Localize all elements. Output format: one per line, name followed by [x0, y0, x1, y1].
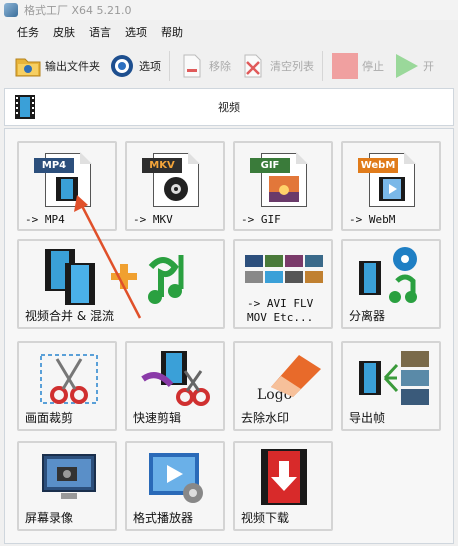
remove-icon — [178, 52, 206, 80]
menu-help[interactable]: 帮助 — [154, 24, 190, 40]
tile-label: 屏幕录像 — [25, 511, 74, 525]
tile-quick-cut[interactable]: 快速剪辑 — [125, 341, 225, 431]
tile-to-gif[interactable]: GIF -> GIF — [233, 141, 333, 231]
tile-label: -> MP4 — [25, 213, 65, 226]
screen-record-icon — [42, 454, 96, 499]
gif-file-icon: GIF — [250, 152, 308, 207]
start-label: 开 — [423, 60, 434, 73]
avi-line-1: -> AVI FLV — [247, 297, 314, 310]
start-button[interactable]: 开 — [388, 49, 438, 83]
clear-list-label: 清空列表 — [270, 60, 314, 73]
toolbar-separator — [169, 51, 170, 81]
remove-label: 移除 — [209, 60, 231, 73]
tile-to-mkv[interactable]: MKV -> MKV — [125, 141, 225, 231]
clear-list-icon — [239, 52, 267, 80]
category-label: 视频 — [218, 101, 240, 114]
tile-crop[interactable]: 画面裁剪 — [17, 341, 117, 431]
tile-label: -> WebM — [349, 213, 396, 226]
webm-file-icon: WebM — [358, 152, 416, 207]
tile-label: 去除水印 — [241, 411, 290, 425]
tile-to-mp4[interactable]: MP4 -> MP4 — [17, 141, 117, 231]
crop-icon — [40, 354, 98, 404]
toolbar-separator-2 — [322, 51, 323, 81]
formats-icon — [245, 255, 323, 283]
app-icon — [4, 3, 18, 17]
category-bar-video[interactable]: 视频 — [4, 88, 454, 126]
tile-label: 视频合并 & 混流 — [25, 309, 114, 323]
tile-label: 画面裁剪 — [25, 411, 74, 425]
eraser-icon — [271, 355, 321, 397]
menu-options[interactable]: 选项 — [118, 24, 154, 40]
window-title: 格式工厂 X64 5.21.0 — [24, 4, 132, 17]
tile-label: 快速剪辑 — [133, 411, 182, 425]
tile-export-frames[interactable]: 导出帧 — [341, 341, 441, 431]
options-icon — [108, 52, 136, 80]
tile-label: 视频下载 — [241, 511, 290, 525]
merge-icon — [45, 249, 184, 305]
output-folder-button[interactable]: 输出文件夹 — [10, 49, 104, 83]
tile-video-merge[interactable]: 视频合并 & 混流 — [17, 239, 225, 329]
tile-remove-watermark[interactable]: Logo 去除水印 — [233, 341, 333, 431]
mp4-tag: MP4 — [34, 158, 74, 173]
tile-label: 分离器 — [349, 309, 386, 323]
menu-bar: 任务 皮肤 语言 选项 帮助 — [0, 22, 190, 42]
remove-button[interactable]: 移除 — [174, 49, 235, 83]
folder-icon — [14, 52, 42, 80]
avi-line-2: MOV Etc... — [247, 311, 314, 324]
gif-tag: GIF — [250, 158, 290, 173]
tile-label: -> GIF — [241, 213, 281, 226]
video-download-icon — [261, 449, 307, 505]
tile-video-download[interactable]: 视频下载 — [233, 441, 333, 531]
quick-cut-icon — [141, 351, 210, 406]
title-bar: 格式工厂 X64 5.21.0 — [0, 0, 458, 20]
tile-separator[interactable]: 分离器 — [341, 239, 441, 329]
export-frames-icon — [359, 351, 429, 405]
options-label: 选项 — [139, 60, 161, 73]
tile-label: 格式播放器 — [133, 511, 194, 525]
stop-button[interactable]: 停止 — [327, 49, 388, 83]
avi-flv-mov-label: -> AVI FLV MOV Etc... — [247, 297, 313, 325]
webm-tag: WebM — [358, 158, 398, 173]
tile-label: -> MKV — [133, 213, 173, 226]
menu-skin[interactable]: 皮肤 — [46, 24, 82, 40]
tile-player[interactable]: 格式播放器 — [125, 441, 225, 531]
menu-language[interactable]: 语言 — [82, 24, 118, 40]
stop-icon — [331, 52, 359, 80]
toolbar: 输出文件夹 选项 移除 清空列表 停止 开 — [0, 46, 458, 86]
output-folder-label: 输出文件夹 — [45, 60, 100, 73]
options-button[interactable]: 选项 — [104, 49, 165, 83]
mkv-file-icon: MKV — [142, 152, 200, 207]
player-icon — [149, 453, 203, 503]
mp4-file-icon: MP4 — [34, 152, 92, 207]
tile-label: 导出帧 — [349, 411, 386, 425]
tile-to-webm[interactable]: WebM -> WebM — [341, 141, 441, 231]
mkv-tag: MKV — [142, 158, 182, 173]
tile-screen-record[interactable]: 屏幕录像 — [17, 441, 117, 531]
menu-task[interactable]: 任务 — [10, 24, 46, 40]
clear-list-button[interactable]: 清空列表 — [235, 49, 318, 83]
tile-to-avi-flv-mov[interactable]: -> AVI FLV MOV Etc... — [233, 239, 333, 329]
separator-icon — [359, 247, 417, 303]
stop-label: 停止 — [362, 60, 384, 73]
play-icon — [392, 52, 420, 80]
video-tools-panel: MP4 -> MP4 MKV -> MKV GIF -> GIF WebM ->… — [4, 128, 454, 544]
